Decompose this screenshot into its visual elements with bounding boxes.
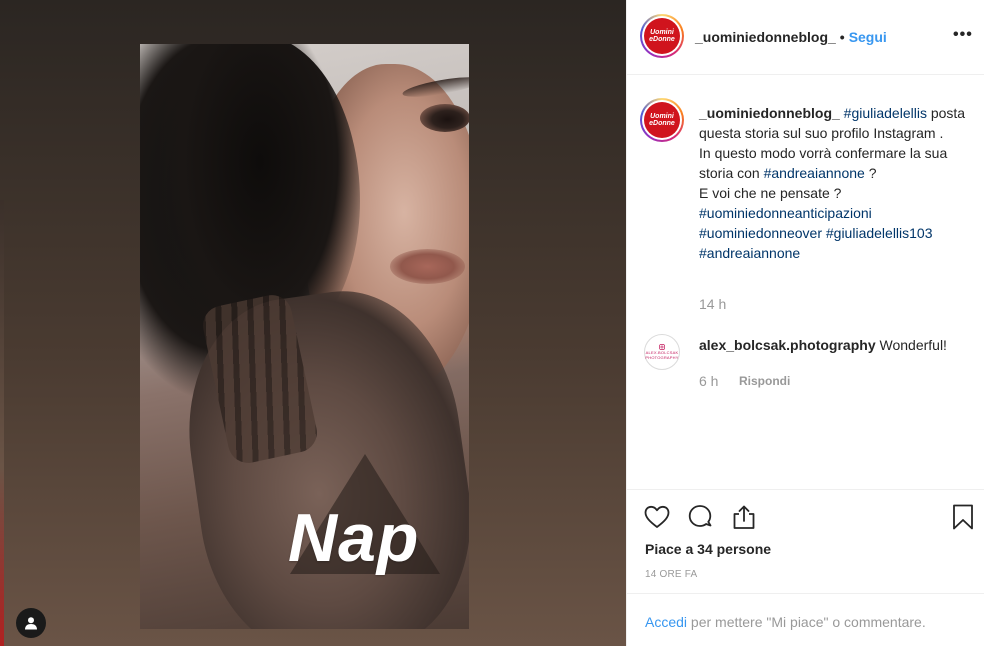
comment-avatar-line2: PHOTOGRAPHY — [645, 355, 679, 360]
avatar-ring: Uomini eDonne — [642, 16, 682, 56]
hashtag-link[interactable]: #uominiedonneanticipazioni — [699, 205, 872, 221]
post-caption: _uominiedonneblog_ #giuliadelellis posta… — [699, 103, 974, 263]
post-media-pane: Nap — [0, 0, 626, 646]
comment-username-link[interactable]: alex_bolcsak.photography — [699, 337, 876, 353]
reply-button[interactable]: Rispondi — [739, 374, 790, 388]
avatar-logo: Uomini eDonne — [644, 18, 680, 54]
photo-eye — [420, 104, 469, 132]
share-icon[interactable] — [730, 503, 758, 531]
comment-body: Wonderful! — [875, 337, 947, 353]
caption-username-link[interactable]: _uominiedonneblog_ — [699, 105, 840, 121]
background-strip — [0, 200, 4, 646]
photo-lips — [390, 249, 465, 284]
caption-text: E voi che ne pensate ? — [699, 185, 842, 201]
login-link[interactable]: Accedi — [645, 614, 687, 630]
avatar[interactable]: Uomini eDonne — [640, 14, 684, 58]
avatar-logo-line2: eDonne — [649, 36, 675, 43]
story-sticker-text: Nap — [288, 500, 420, 576]
avatar-logo-line2: eDonne — [649, 120, 675, 127]
hashtag-link[interactable]: #andreaiannone — [764, 165, 865, 181]
user-icon — [25, 617, 37, 630]
post-timestamp[interactable]: 14 ORE FA — [645, 569, 697, 580]
likes-count[interactable]: Piace a 34 persone — [645, 541, 771, 557]
follow-button[interactable]: Segui — [849, 29, 887, 45]
login-prompt: Accedi per mettere "Mi piace" o commenta… — [627, 593, 984, 646]
separator-dot: • — [839, 29, 845, 45]
caption-text: ? — [864, 165, 877, 181]
post-actions: Piace a 34 persone 14 ORE FA — [627, 489, 984, 593]
avatar-logo-line1: Uomini — [650, 113, 674, 120]
post-header: Uomini eDonne _uominiedonneblog_ • Segui •… — [627, 0, 984, 75]
comment-icon[interactable] — [686, 503, 714, 531]
post-side-panel: Uomini eDonne _uominiedonneblog_ • Segui •… — [626, 0, 984, 646]
comment: alex_bolcsak.photography Wonderful! — [699, 337, 979, 353]
comment-timestamp[interactable]: 6 h — [699, 373, 718, 389]
hashtag-link[interactable]: #giuliadelellis103 — [826, 225, 933, 241]
login-prompt-text: per mettere "Mi piace" o commentare. — [687, 614, 926, 630]
post-image[interactable]: Nap — [140, 44, 469, 629]
header-user-row: _uominiedonneblog_ • Segui — [695, 29, 887, 45]
hashtag-link[interactable]: #uominiedonneover — [699, 225, 822, 241]
header-username-link[interactable]: _uominiedonneblog_ — [695, 29, 836, 45]
user-tag-button[interactable] — [16, 608, 46, 638]
avatar-logo: Uomini eDonne — [644, 102, 680, 138]
avatar-logo-line1: Uomini — [650, 29, 674, 36]
comment-avatar[interactable]: ALEX.BOLCSAK PHOTOGRAPHY — [644, 334, 680, 370]
more-options-button[interactable]: ••• — [953, 26, 973, 44]
hashtag-link[interactable]: #andreaiannone — [699, 245, 800, 261]
bookmark-icon[interactable] — [949, 503, 977, 531]
caption-avatar[interactable]: Uomini eDonne — [640, 98, 684, 142]
caption-timestamp[interactable]: 14 h — [699, 296, 726, 312]
heart-icon[interactable] — [643, 503, 671, 531]
hashtag-link[interactable]: #giuliadelellis — [844, 105, 927, 121]
avatar-ring: Uomini eDonne — [642, 100, 682, 140]
comments-list[interactable]: Uomini eDonne _uominiedonneblog_ #giulia… — [627, 75, 984, 489]
